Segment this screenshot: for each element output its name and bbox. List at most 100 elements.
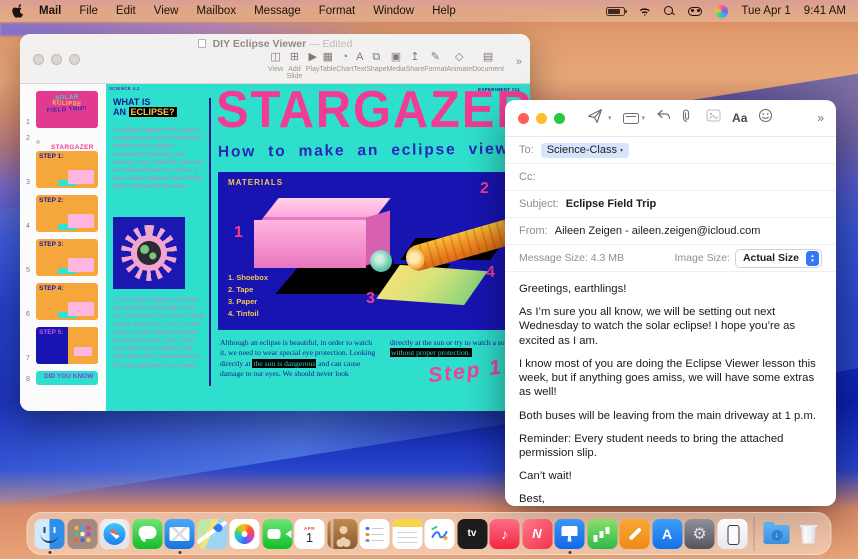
format-text-button[interactable]: Aa [732,111,747,125]
recipient-token[interactable]: Science-Class ▾ [541,143,629,158]
attach-button[interactable] [682,108,695,128]
menu-bar-date[interactable]: Tue Apr 1 [741,5,790,17]
dock-appletv-icon[interactable]: tv [457,519,487,549]
format-button[interactable]: ✎Format [424,51,446,80]
dock-messages-icon[interactable] [132,519,162,549]
dock-appstore-icon[interactable]: A [652,519,682,549]
dock-contacts-icon[interactable] [327,519,357,549]
menu-item-mailbox[interactable]: Mailbox [187,5,245,17]
zoom-button[interactable] [69,54,80,65]
dock-calendar-icon[interactable]: APR1 [295,519,325,549]
animate-button[interactable]: ◇Animate [446,51,472,80]
slide-thumbnail-3[interactable]: 3 STEP 1: [20,151,100,188]
slide-canvas[interactable]: SCIENCE 4.2 EXPERIMENT #11 WHAT IS AN EC… [106,84,530,411]
header-fields-icon [623,113,639,124]
dock-finder-icon[interactable] [35,519,65,549]
dock-mail-icon[interactable] [165,519,195,549]
from-label: From: [519,225,548,237]
from-field[interactable]: From: Aileen Zeigen - aileen.zeigen@iclo… [505,218,836,245]
keynote-edited-label: — Edited [309,38,352,50]
keynote-titlebar: DIY Eclipse Viewer — Edited ◫View ⊞Add S… [20,34,530,84]
table-icon: ▦ [320,51,337,64]
table-button[interactable]: ▦Table [320,51,337,80]
dock-news-icon[interactable]: N [522,519,552,549]
share-button[interactable]: ↥Share [406,51,425,80]
eclipse-paragraph-2: A solar eclipse happens when the moon bl… [113,296,205,370]
send-options-chevron[interactable]: ▾ [608,114,612,122]
control-center-icon[interactable] [688,7,702,16]
menu-item-window[interactable]: Window [364,5,423,17]
message-body[interactable]: Greetings, earthlings! As I’m sure you a… [505,272,836,506]
materials-label: MATERIALS [228,178,283,187]
slide-thumbnail-4[interactable]: 4 STEP 2: [20,195,100,232]
minimize-button[interactable] [51,54,62,65]
dock-music-icon[interactable]: ♪ [490,519,520,549]
dock-safari-icon[interactable] [100,519,130,549]
menu-bar-clock[interactable]: 9:41 AM [804,5,846,17]
mail-toolbar-overflow[interactable]: » [817,111,824,125]
chart-button[interactable]: ◔Chart [336,51,353,80]
dock-freeform-icon[interactable] [425,519,455,549]
chart-icon: ◔ [336,51,353,64]
image-size-select[interactable]: Actual Size ▲ ▼ [735,249,822,268]
menu-item-mail[interactable]: Mail [30,5,70,17]
insert-photo-button[interactable] [706,109,721,127]
subject-field[interactable]: Subject: Eclipse Field Trip [505,191,836,218]
add-slide-button[interactable]: ⊞Add Slide [283,51,306,80]
materials-item: 2. Tape [228,284,268,296]
battery-icon[interactable] [606,7,625,16]
materials-list: 1. Shoebox 2. Tape 3. Paper 4. Tinfoil [228,272,268,320]
to-field[interactable]: To: Science-Class ▾ [505,137,836,164]
menu-item-view[interactable]: View [145,5,188,17]
dock-maps-icon[interactable] [197,519,227,549]
zoom-button[interactable] [554,113,565,124]
play-button[interactable]: ▶Play [306,51,320,80]
menu-item-file[interactable]: File [70,5,107,17]
siri-icon[interactable] [715,5,728,18]
minimize-button[interactable] [536,113,547,124]
header-fields-button[interactable]: ▾ [623,113,646,124]
cc-field[interactable]: Cc: [505,164,836,191]
menu-item-help[interactable]: Help [423,5,465,17]
dock-notes-icon[interactable] [392,519,422,549]
slide-thumbnail-5[interactable]: 5 STEP 3: [20,239,100,276]
dock-iphone-mirroring-icon[interactable] [717,519,747,549]
dock-launchpad-icon[interactable] [67,519,97,549]
wifi-icon[interactable] [638,6,651,16]
spotlight-search-icon[interactable] [664,6,675,17]
reply-indicator-icon[interactable] [656,109,671,127]
dock-downloads-folder-icon[interactable]: ↓ [761,519,791,549]
menu-item-format[interactable]: Format [310,5,364,17]
media-button[interactable]: ▣Media [386,51,405,80]
close-button[interactable] [33,54,44,65]
shape-button[interactable]: ⧉Shape [366,51,386,80]
slide-title: STARGAZER [216,84,530,140]
close-button[interactable] [518,113,529,124]
dock-numbers-icon[interactable] [587,519,617,549]
send-button[interactable] [587,108,603,129]
view-button[interactable]: ◫View [268,51,283,80]
apple-menu-icon[interactable] [12,4,24,18]
slide-number: 7 [20,355,36,364]
dock-trash-icon[interactable] [794,519,824,549]
dock-facetime-icon[interactable] [262,519,292,549]
document-button[interactable]: ▤Document [472,51,504,80]
dock-keynote-icon[interactable] [555,519,585,549]
recipient-name: Science-Class [547,144,617,156]
slide-thumbnail-6[interactable]: 6 STEP 4: [20,283,100,320]
slide-thumbnail-8[interactable]: 8 DID YOU KNOW [20,371,100,385]
emoji-button[interactable] [758,108,773,128]
menu-item-message[interactable]: Message [245,5,310,17]
slide-thumbnail-7[interactable]: 7 STEP 5: [20,327,100,364]
keynote-window: DIY Eclipse Viewer — Edited ◫View ⊞Add S… [20,34,530,411]
toolbar-overflow-chevron[interactable]: » [516,56,522,68]
dock-reminders-icon[interactable] [360,519,390,549]
slide-thumbnail-1[interactable]: 1 SOLAR ECLIPSE FIELD TRIP! [20,91,100,128]
dock-pages-icon[interactable] [620,519,650,549]
menu-item-edit[interactable]: Edit [107,5,145,17]
text-button[interactable]: AText [353,51,366,80]
dock-settings-icon[interactable]: ⚙ [685,519,715,549]
dock-photos-icon[interactable] [230,519,260,549]
document-proxy-icon[interactable] [198,39,206,48]
slide-thumbnail-2-selected[interactable]: 2 STARGAZER [20,135,100,144]
